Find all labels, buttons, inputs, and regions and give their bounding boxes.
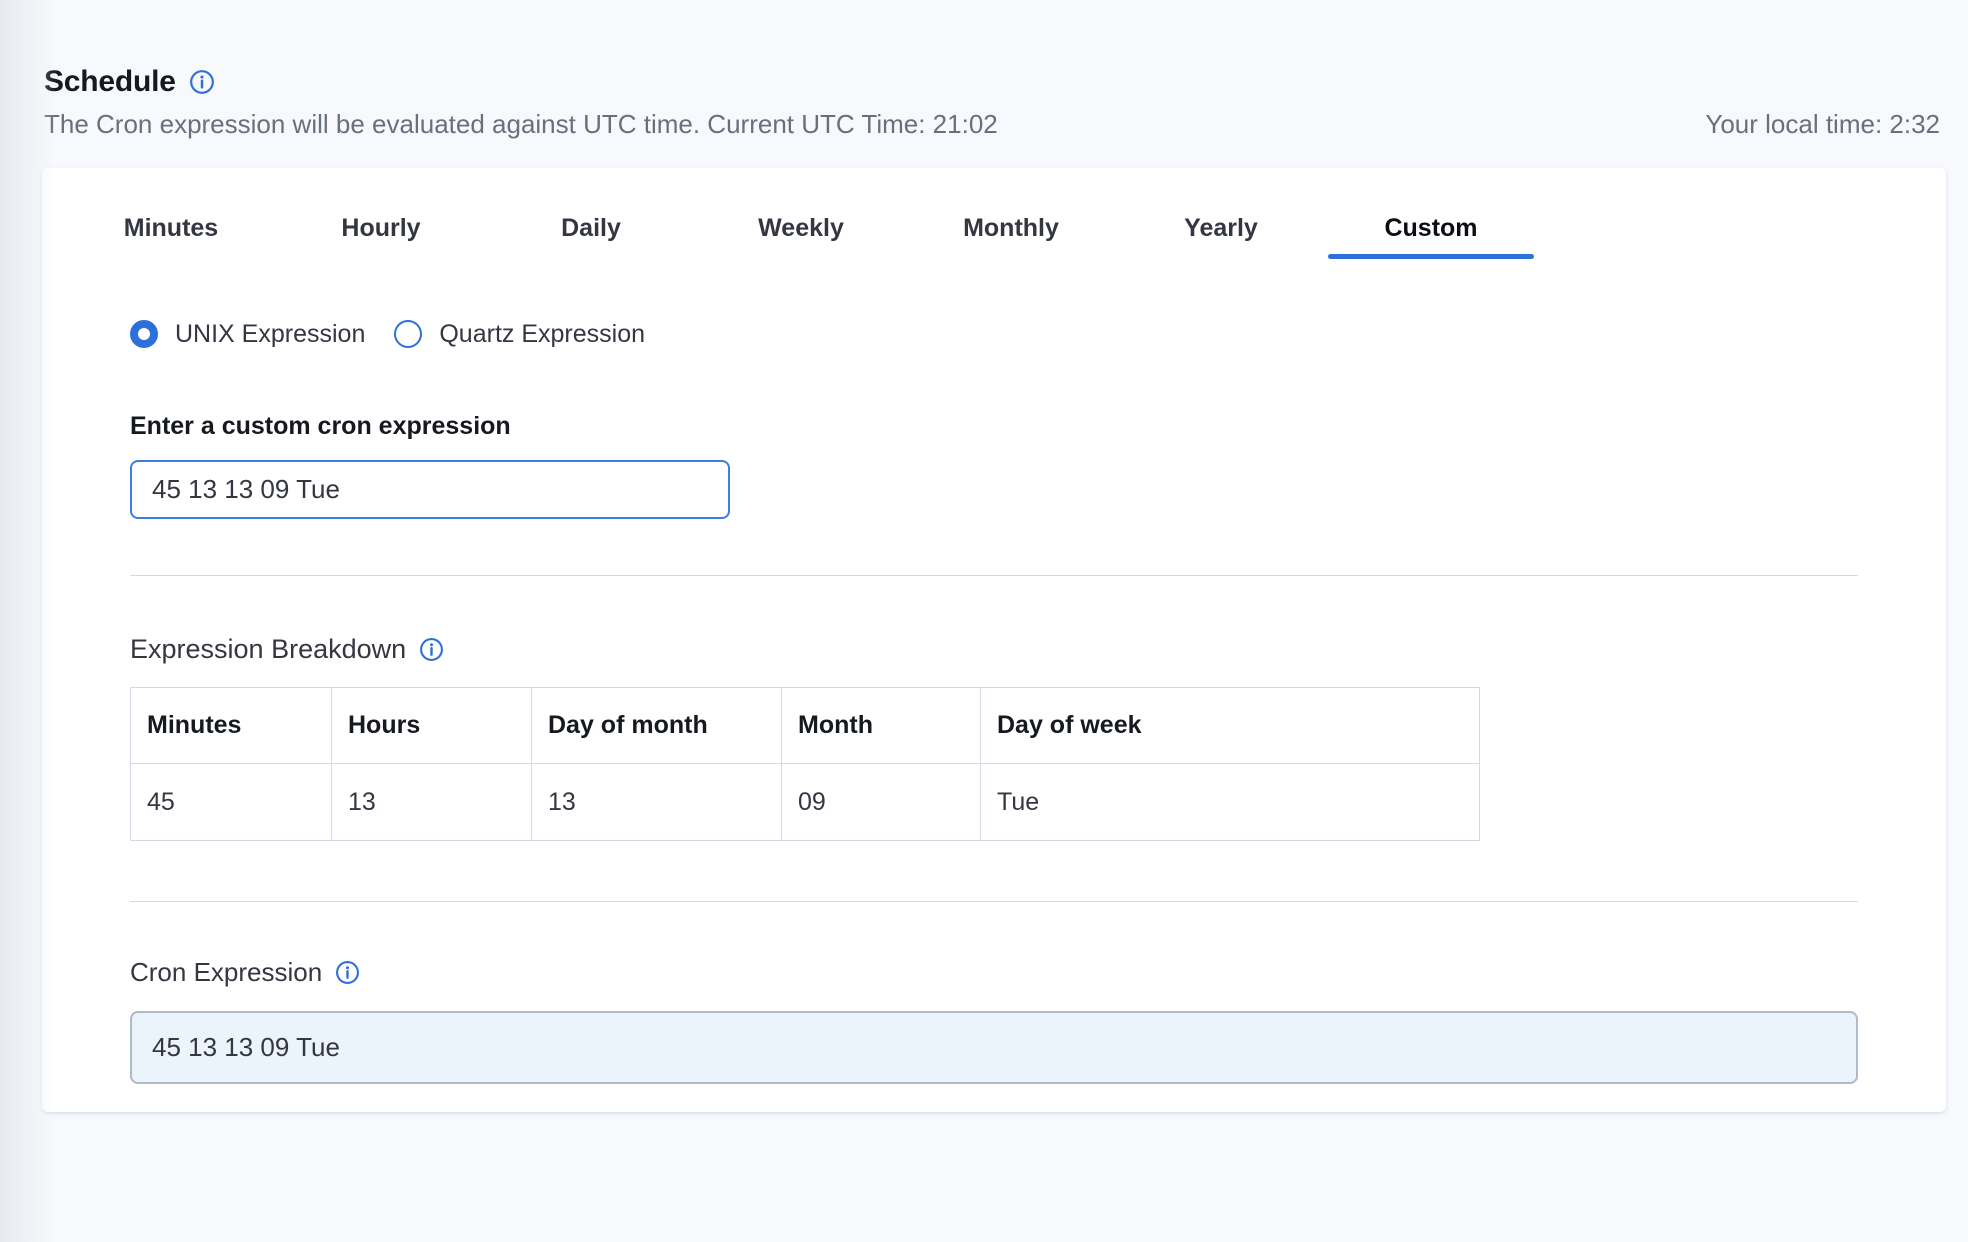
breakdown-header-row: Minutes Hours Day of month Month Day of … bbox=[131, 688, 1480, 764]
quartz-expression-radio[interactable]: Quartz Expression bbox=[394, 319, 645, 349]
value-day-of-week: Tue bbox=[981, 764, 1480, 841]
info-icon[interactable] bbox=[189, 69, 215, 95]
schedule-card: Minutes Hourly Daily Weekly Monthly Year… bbox=[42, 168, 1946, 1112]
info-icon[interactable] bbox=[335, 960, 360, 985]
col-day-of-week: Day of week bbox=[981, 688, 1480, 764]
schedule-header: Schedule The Cron expression will be eva… bbox=[0, 0, 1968, 141]
col-day-of-month: Day of month bbox=[532, 688, 782, 764]
tab-custom[interactable]: Custom bbox=[1326, 213, 1536, 259]
value-minutes: 45 bbox=[131, 764, 332, 841]
divider bbox=[130, 901, 1858, 902]
value-hours: 13 bbox=[332, 764, 532, 841]
value-month: 09 bbox=[782, 764, 981, 841]
radio-selected-icon[interactable] bbox=[130, 320, 158, 348]
info-icon[interactable] bbox=[419, 637, 444, 662]
radio-unselected-icon[interactable] bbox=[394, 320, 422, 348]
custom-cron-input[interactable] bbox=[130, 460, 730, 519]
tab-weekly[interactable]: Weekly bbox=[696, 213, 906, 259]
tab-yearly[interactable]: Yearly bbox=[1116, 213, 1326, 259]
unix-expression-label: UNIX Expression bbox=[175, 319, 365, 349]
local-time-text: Your local time: 2:32 bbox=[1705, 107, 1940, 141]
unix-expression-radio[interactable]: UNIX Expression bbox=[130, 319, 365, 349]
tab-monthly[interactable]: Monthly bbox=[906, 213, 1116, 259]
col-hours: Hours bbox=[332, 688, 532, 764]
page-title: Schedule bbox=[44, 64, 176, 100]
expression-breakdown-title: Expression Breakdown bbox=[130, 632, 406, 666]
custom-cron-label: Enter a custom cron expression bbox=[130, 411, 1858, 442]
quartz-expression-label: Quartz Expression bbox=[439, 319, 645, 349]
schedule-tabs: Minutes Hourly Daily Weekly Monthly Year… bbox=[66, 213, 1946, 259]
tab-hourly[interactable]: Hourly bbox=[276, 213, 486, 259]
expression-type-radio-group: UNIX Expression Quartz Expression bbox=[130, 319, 1858, 349]
cron-expression-label: Cron Expression bbox=[130, 955, 322, 989]
schedule-page: { "header": { "title": "Schedule", "subt… bbox=[0, 0, 1968, 1242]
utc-time-subtitle: The Cron expression will be evaluated ag… bbox=[44, 107, 998, 141]
tab-daily[interactable]: Daily bbox=[486, 213, 696, 259]
cron-expression-value: 45 13 13 09 Tue bbox=[152, 1032, 340, 1063]
breakdown-value-row: 45 13 13 09 Tue bbox=[131, 764, 1480, 841]
col-month: Month bbox=[782, 688, 981, 764]
tab-minutes[interactable]: Minutes bbox=[66, 213, 276, 259]
divider bbox=[130, 575, 1858, 576]
value-day-of-month: 13 bbox=[532, 764, 782, 841]
col-minutes: Minutes bbox=[131, 688, 332, 764]
cron-expression-readonly-field[interactable]: 45 13 13 09 Tue bbox=[130, 1011, 1858, 1084]
breakdown-table: Minutes Hours Day of month Month Day of … bbox=[130, 687, 1480, 841]
